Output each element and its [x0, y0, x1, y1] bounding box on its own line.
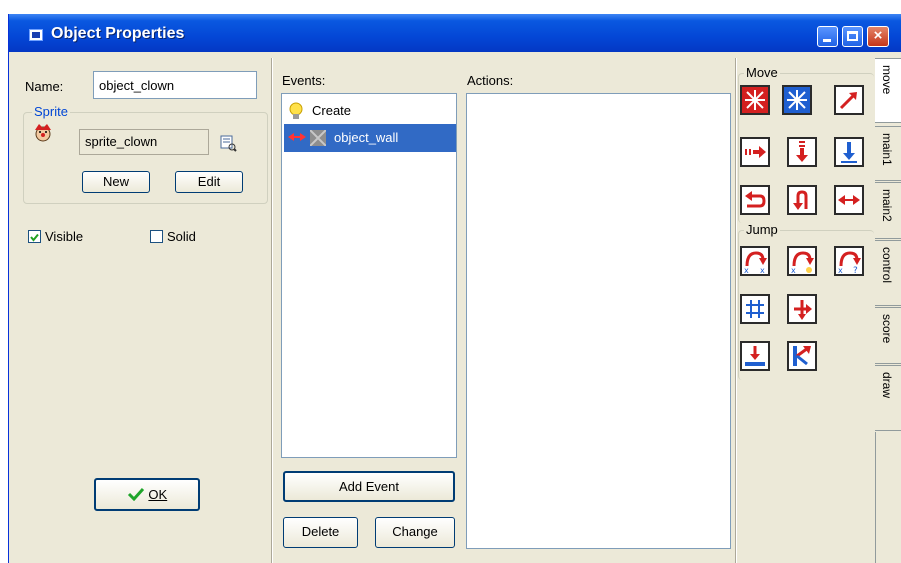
svg-text:x: x [744, 266, 749, 274]
speed-horizontal-action[interactable] [740, 137, 770, 167]
actions-header: Actions: [467, 73, 514, 88]
jump-position-icon: xx [742, 248, 768, 274]
move-towards-action[interactable] [834, 85, 864, 115]
svg-text:?: ? [853, 266, 858, 274]
move-free-icon [784, 87, 810, 113]
tab-strip-filler [875, 432, 901, 563]
move-fixed-icon [742, 87, 768, 113]
event-item-create[interactable]: Create [284, 100, 456, 122]
solid-checkbox[interactable] [150, 230, 163, 243]
tab-main1[interactable]: main1 [875, 126, 901, 181]
tab-draw[interactable]: draw [875, 365, 901, 431]
event-label: object_wall [334, 130, 399, 145]
change-event-button[interactable]: Change [375, 517, 455, 548]
wall-sprite-icon [309, 129, 327, 147]
move-towards-icon [836, 87, 862, 113]
tab-main2[interactable]: main2 [875, 182, 901, 239]
jump-random-action[interactable]: x? [834, 246, 864, 276]
jump-random-icon: x? [836, 248, 862, 274]
svg-text:x: x [760, 266, 765, 274]
object-properties-window: Object Properties × Name: Sprite sprite_… [8, 14, 901, 563]
reverse-horizontal-icon [742, 187, 768, 213]
move-fixed-action[interactable] [740, 85, 770, 115]
right-divider [735, 58, 737, 563]
check-icon [30, 233, 39, 242]
solid-label: Solid [167, 229, 196, 244]
window-icon [29, 29, 43, 41]
left-divider [271, 58, 273, 563]
align-grid-action[interactable] [740, 294, 770, 324]
sprite-field[interactable]: sprite_clown [79, 129, 209, 155]
event-item-collision[interactable]: object_wall [284, 124, 456, 152]
contact-icon [742, 343, 768, 369]
event-label: Create [312, 103, 352, 118]
jump-start-icon: x [789, 248, 815, 274]
new-sprite-button[interactable]: New [82, 171, 150, 193]
events-list[interactable]: Create object_wall [281, 93, 457, 458]
jump-to-position-action[interactable]: xx [740, 246, 770, 276]
move-free-action[interactable] [782, 85, 812, 115]
add-event-button[interactable]: Add Event [283, 471, 455, 502]
checkmark-icon [127, 487, 144, 502]
name-label: Name: [25, 79, 64, 94]
move-to-contact-action[interactable] [740, 341, 770, 371]
svg-text:x: x [838, 266, 843, 274]
window-title: Object Properties [51, 25, 185, 42]
events-header: Events: [282, 73, 326, 88]
sprite-clown-icon [32, 122, 54, 144]
visible-checkbox[interactable] [28, 230, 41, 243]
maximize-button[interactable] [842, 26, 863, 47]
lightbulb-icon [289, 102, 303, 119]
close-button[interactable]: × [867, 26, 889, 47]
gravity-action[interactable] [834, 137, 864, 167]
speed-vertical-icon [789, 139, 815, 165]
collision-icon [288, 133, 306, 141]
sprite-group-title: Sprite [32, 104, 70, 119]
ok-button[interactable]: OK [94, 478, 200, 511]
reverse-vertical-action[interactable] [787, 185, 817, 215]
edit-sprite-button[interactable]: Edit [175, 171, 243, 193]
tab-control[interactable]: control [875, 240, 901, 306]
actions-list[interactable] [466, 93, 731, 549]
move-contact-action[interactable] [834, 185, 864, 215]
jump-to-start-action[interactable]: x [787, 246, 817, 276]
move-contact-icon [836, 187, 862, 213]
speed-horizontal-icon [742, 139, 768, 165]
title-bar[interactable]: Object Properties × [9, 14, 901, 52]
tab-move[interactable]: move [875, 58, 901, 123]
gravity-icon [836, 139, 862, 165]
sprite-menu-icon[interactable] [219, 134, 237, 152]
reverse-vertical-icon [789, 187, 815, 213]
reverse-horizontal-action[interactable] [740, 185, 770, 215]
wrap-icon [789, 296, 815, 322]
visible-label: Visible [45, 229, 84, 244]
minimize-button[interactable] [817, 26, 838, 47]
move-group-title: Move [744, 65, 780, 80]
tab-score[interactable]: score [875, 307, 901, 364]
delete-event-button[interactable]: Delete [283, 517, 358, 548]
name-input[interactable] [93, 71, 257, 99]
bounce-action[interactable] [787, 341, 817, 371]
svg-text:x: x [791, 266, 796, 274]
bounce-icon [789, 343, 815, 369]
wrap-screen-action[interactable] [787, 294, 817, 324]
grid-icon [742, 296, 768, 322]
speed-vertical-action[interactable] [787, 137, 817, 167]
jump-group-title: Jump [744, 222, 780, 237]
